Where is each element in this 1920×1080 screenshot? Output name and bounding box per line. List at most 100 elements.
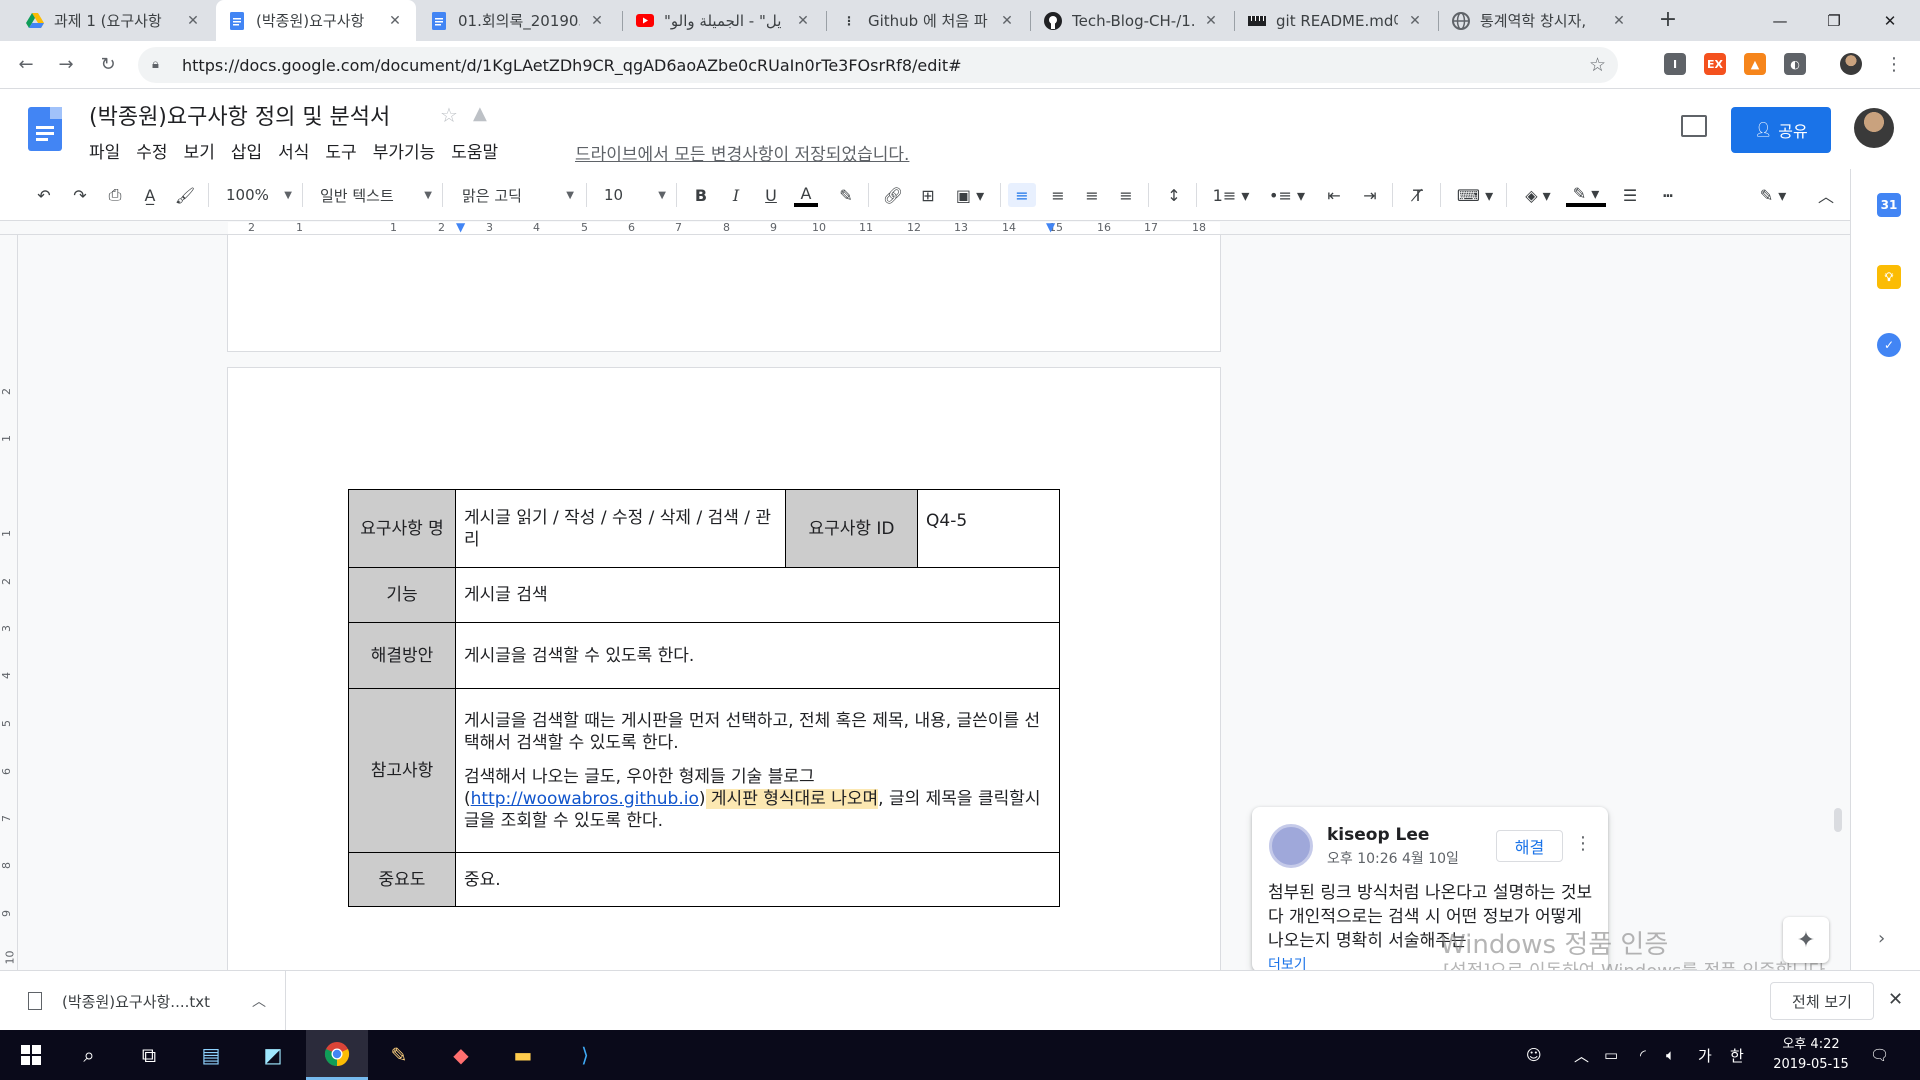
increase-indent-icon[interactable]: ⇥: [1356, 183, 1384, 207]
resolve-button[interactable]: 해결: [1496, 830, 1563, 862]
close-window-icon[interactable]: ✕: [1862, 0, 1918, 41]
close-tab-icon[interactable]: ✕: [1202, 12, 1220, 30]
menu-view[interactable]: 보기: [184, 138, 215, 163]
close-tab-icon[interactable]: ✕: [184, 12, 202, 30]
input-tools-icon[interactable]: ⌨ ▾: [1452, 183, 1498, 207]
numbered-list-icon[interactable]: 1≡ ▾: [1208, 183, 1254, 207]
document-title[interactable]: (박종원)요구사항 정의 및 분석서: [89, 99, 390, 131]
add-comment-icon[interactable]: ⊞: [915, 183, 941, 207]
app-icon[interactable]: ✎: [368, 1030, 430, 1080]
insert-image-icon[interactable]: ▣ ▾: [950, 183, 990, 207]
blog-link[interactable]: http://woowabros.github.io: [471, 789, 699, 809]
people-icon[interactable]: ☺: [1526, 1030, 1542, 1080]
highlight-color-icon[interactable]: ✎: [834, 183, 858, 207]
border-color-icon[interactable]: ✎ ▾: [1566, 183, 1606, 207]
chrome-menu-icon[interactable]: ⋮: [1880, 51, 1908, 79]
menu-help[interactable]: 도움말: [451, 138, 498, 163]
border-width-icon[interactable]: ☰: [1616, 183, 1644, 207]
file-explorer-icon[interactable]: ▬: [492, 1030, 554, 1080]
extension-icon[interactable]: EX: [1704, 53, 1726, 75]
font-size-select[interactable]: 10 ▼: [604, 181, 666, 209]
zoom-select[interactable]: 100% ▼: [226, 181, 292, 209]
volume-icon[interactable]: 🔈︎: [1666, 1030, 1675, 1080]
app-icon[interactable]: ▤: [180, 1030, 242, 1080]
close-tab-icon[interactable]: ✕: [794, 12, 812, 30]
profile-avatar[interactable]: [1840, 53, 1862, 75]
download-item[interactable]: (박종원)요구사항....txt: [0, 971, 286, 1031]
menu-insert[interactable]: 삽입: [231, 138, 262, 163]
restore-icon[interactable]: ❐: [1806, 0, 1862, 41]
app-icon[interactable]: ◩: [242, 1030, 304, 1080]
extension-icon[interactable]: ◐: [1784, 53, 1806, 75]
show-all-button[interactable]: 전체 보기: [1770, 982, 1874, 1020]
font-family-select[interactable]: 맑은 고딕 ▼: [462, 181, 574, 209]
paragraph-style-select[interactable]: 일반 텍스트 ▼: [320, 181, 432, 209]
save-status[interactable]: 드라이브에서 모든 변경사항이 저장되었습니다.: [575, 140, 909, 165]
requirements-table[interactable]: 요구사항 명 게시글 읽기 / 작성 / 수정 / 삭제 / 검색 / 관리 요…: [348, 489, 1060, 907]
search-icon[interactable]: ⌕: [58, 1030, 120, 1080]
metamask-extension-icon[interactable]: ▲: [1744, 53, 1766, 75]
align-justify-icon[interactable]: ≡: [1112, 183, 1140, 207]
battery-icon[interactable]: ▭: [1604, 1030, 1618, 1080]
close-tab-icon[interactable]: ✕: [998, 12, 1016, 30]
align-left-icon[interactable]: ≡: [1008, 183, 1036, 207]
move-to-folder-icon[interactable]: ▲: [473, 103, 487, 124]
menu-tools[interactable]: 도구: [325, 138, 356, 163]
keep-icon[interactable]: 💡︎: [1877, 265, 1901, 289]
commented-text-highlight[interactable]: 게시판 형식대로 나오며: [705, 788, 879, 809]
browser-tab[interactable]: Tech-Blog-CH-/1. ✕: [1032, 0, 1232, 41]
chevron-right-icon[interactable]: ›: [1878, 928, 1885, 949]
reload-icon[interactable]: ↻: [94, 51, 122, 79]
notifications-icon[interactable]: 🗨︎: [1870, 1030, 1889, 1080]
bookmark-star-icon[interactable]: ☆: [1589, 54, 1606, 76]
wifi-icon[interactable]: ◜: [1640, 1030, 1646, 1080]
close-tab-icon[interactable]: ✕: [1610, 12, 1628, 30]
menu-format[interactable]: 서식: [278, 138, 309, 163]
italic-icon[interactable]: I: [724, 183, 748, 207]
bulleted-list-icon[interactable]: •≡ ▾: [1264, 183, 1310, 207]
more-options-icon[interactable]: ⋮: [1574, 833, 1592, 854]
lock-icon[interactable]: 🔒︎: [152, 57, 166, 73]
menu-file[interactable]: 파일: [89, 138, 120, 163]
google-docs-logo-icon[interactable]: [28, 107, 62, 151]
left-indent-marker-icon[interactable]: ▼: [456, 220, 465, 234]
function-label[interactable]: 기능: [348, 567, 456, 623]
windows-start-icon[interactable]: [0, 1030, 62, 1080]
undo-icon[interactable]: ↶: [32, 183, 56, 207]
requirement-name-label[interactable]: 요구사항 명: [348, 489, 456, 568]
print-icon[interactable]: ⎙: [103, 183, 127, 207]
collapse-toolbar-icon[interactable]: ︿: [1812, 183, 1840, 207]
vscode-icon[interactable]: ⟩: [554, 1030, 616, 1080]
requirement-id-label[interactable]: 요구사항 ID: [785, 489, 918, 568]
browser-tab[interactable]: 통계역학 창시자, ✕: [1440, 0, 1640, 41]
align-right-icon[interactable]: ≡: [1078, 183, 1106, 207]
priority-value[interactable]: 중요.: [455, 852, 1060, 907]
browser-tab[interactable]: "يل" - الجميلة والو ✕: [624, 0, 824, 41]
document-page[interactable]: 요구사항 명 게시글 읽기 / 작성 / 수정 / 삭제 / 검색 / 관리 요…: [228, 368, 1220, 970]
forward-icon[interactable]: →: [52, 51, 80, 79]
line-spacing-icon[interactable]: ↕: [1160, 183, 1188, 207]
right-indent-marker-icon[interactable]: ▼: [1046, 220, 1055, 234]
spellcheck-icon[interactable]: A̲: [138, 183, 162, 207]
show-hidden-icons[interactable]: ︿: [1574, 1030, 1589, 1080]
menu-edit[interactable]: 수정: [136, 138, 167, 163]
cell-background-color-icon[interactable]: ◈ ▾: [1518, 183, 1558, 207]
chevron-up-icon[interactable]: ︿: [252, 991, 266, 1011]
url-omnibox[interactable]: 🔒︎ https://docs.google.com/document/d/1K…: [138, 47, 1618, 83]
solution-value[interactable]: 게시글을 검색할 수 있도록 한다.: [455, 622, 1060, 689]
menu-addons[interactable]: 부가기능: [373, 138, 436, 163]
explore-icon[interactable]: ✦: [1783, 917, 1829, 963]
browser-tab-active[interactable]: (박종원)요구사항 ✕: [216, 0, 416, 41]
browser-tab[interactable]: 과제 1 (요구사항 ✕: [14, 0, 214, 41]
paint-format-icon[interactable]: 🖌︎: [173, 183, 197, 207]
back-icon[interactable]: ←: [12, 51, 40, 79]
priority-label[interactable]: 중요도: [348, 852, 456, 907]
taskbar-clock[interactable]: 오후 4:22 2019-05-15: [1766, 1035, 1856, 1075]
editing-mode-icon[interactable]: ✎ ▾: [1750, 183, 1796, 207]
notes-value[interactable]: 게시글을 검색할 때는 게시판을 먼저 선택하고, 전체 혹은 제목, 내용, …: [455, 688, 1060, 853]
calendar-icon[interactable]: 31: [1877, 193, 1901, 217]
scrollbar-thumb[interactable]: [1834, 808, 1842, 832]
document-page[interactable]: [228, 235, 1220, 351]
redo-icon[interactable]: ↷: [68, 183, 92, 207]
ime-mode[interactable]: 가: [1698, 1030, 1712, 1080]
